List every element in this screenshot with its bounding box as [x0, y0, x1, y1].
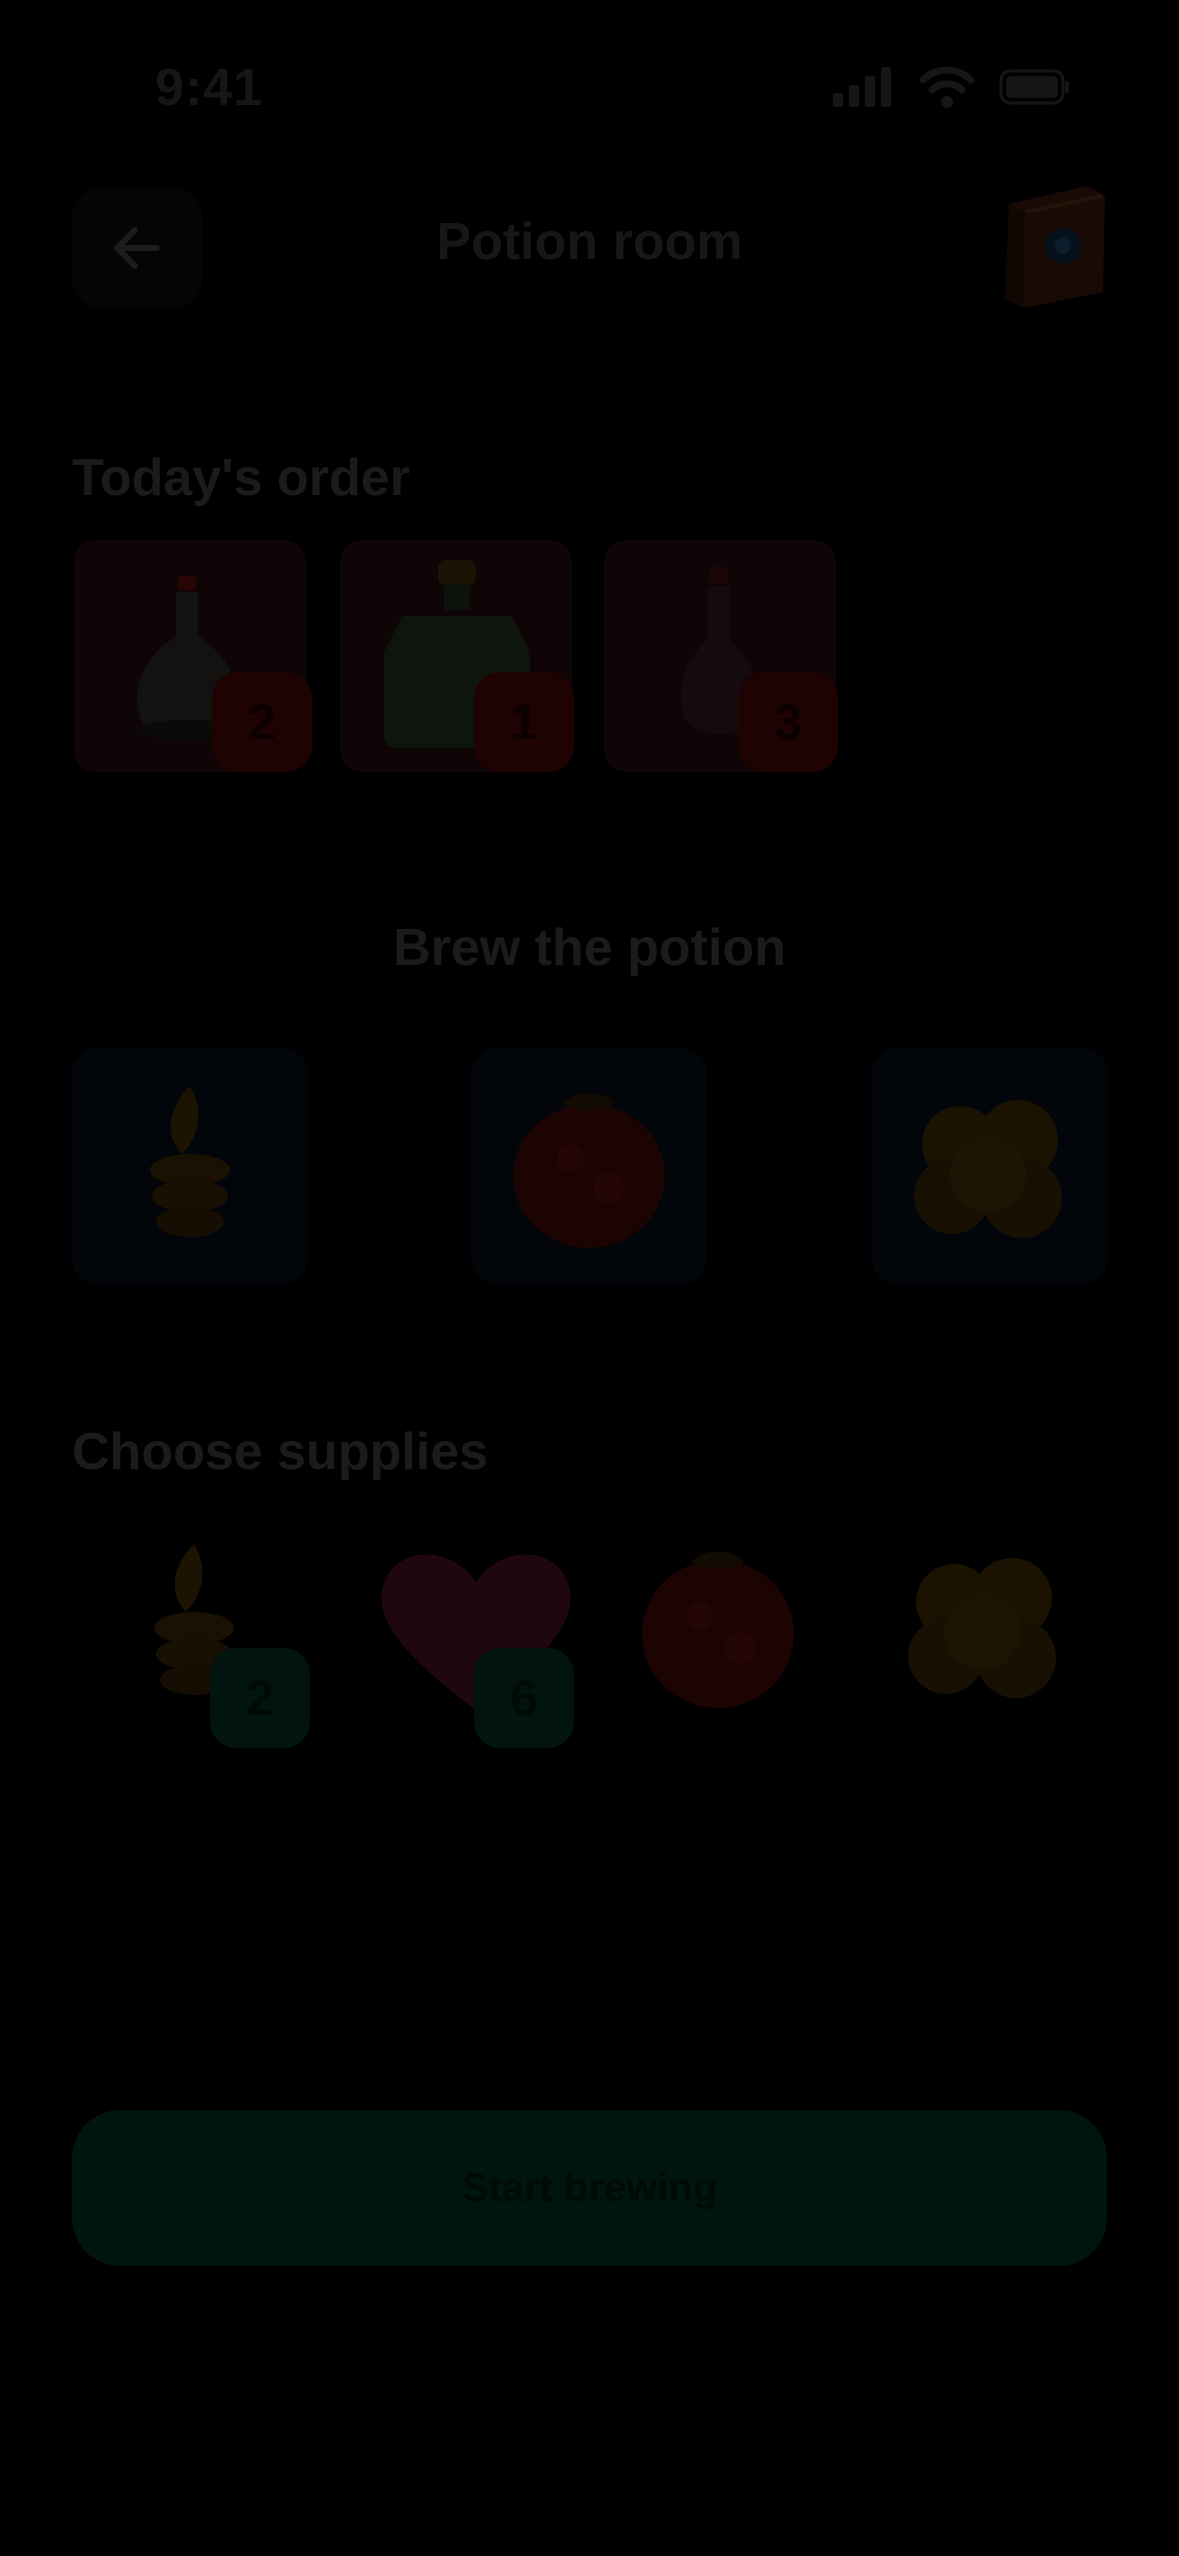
brew-slot[interactable] [471, 1048, 707, 1284]
spellbook-icon [1005, 186, 1105, 308]
supply-item[interactable]: 2 [90, 1510, 330, 1750]
cellular-icon [833, 67, 891, 107]
start-brewing-button[interactable]: Start brewing [72, 2110, 1107, 2266]
order-count-badge: 2 [212, 672, 312, 772]
order-count-badge: 3 [738, 672, 838, 772]
spellbook-button[interactable] [995, 180, 1115, 310]
status-icons [833, 66, 1071, 108]
golden-leaves-icon [150, 1086, 230, 1237]
yellow-cluster-icon [908, 1558, 1056, 1698]
brew-slot[interactable] [72, 1048, 308, 1284]
supply-item[interactable] [866, 1510, 1106, 1750]
supply-count-badge: 2 [210, 1648, 310, 1748]
status-time: 9:41 [155, 59, 264, 117]
supply-item[interactable]: 6 [356, 1510, 596, 1750]
supply-count-badge: 6 [474, 1648, 574, 1748]
red-berry-icon [513, 1093, 665, 1248]
red-berry-icon [642, 1551, 794, 1708]
brew-slot[interactable] [872, 1048, 1108, 1284]
supply-item[interactable] [600, 1510, 840, 1750]
order-title: Today's order [72, 449, 410, 507]
yellow-cluster-icon [914, 1100, 1062, 1238]
order-count-badge: 1 [474, 672, 574, 772]
order-item[interactable]: 2 [74, 540, 312, 772]
wifi-icon [919, 66, 975, 108]
supplies-title: Choose supplies [72, 1423, 489, 1481]
order-item[interactable]: 1 [340, 540, 574, 772]
brew-title: Brew the potion [393, 919, 786, 977]
battery-icon [999, 69, 1069, 105]
order-item[interactable]: 3 [604, 540, 838, 772]
